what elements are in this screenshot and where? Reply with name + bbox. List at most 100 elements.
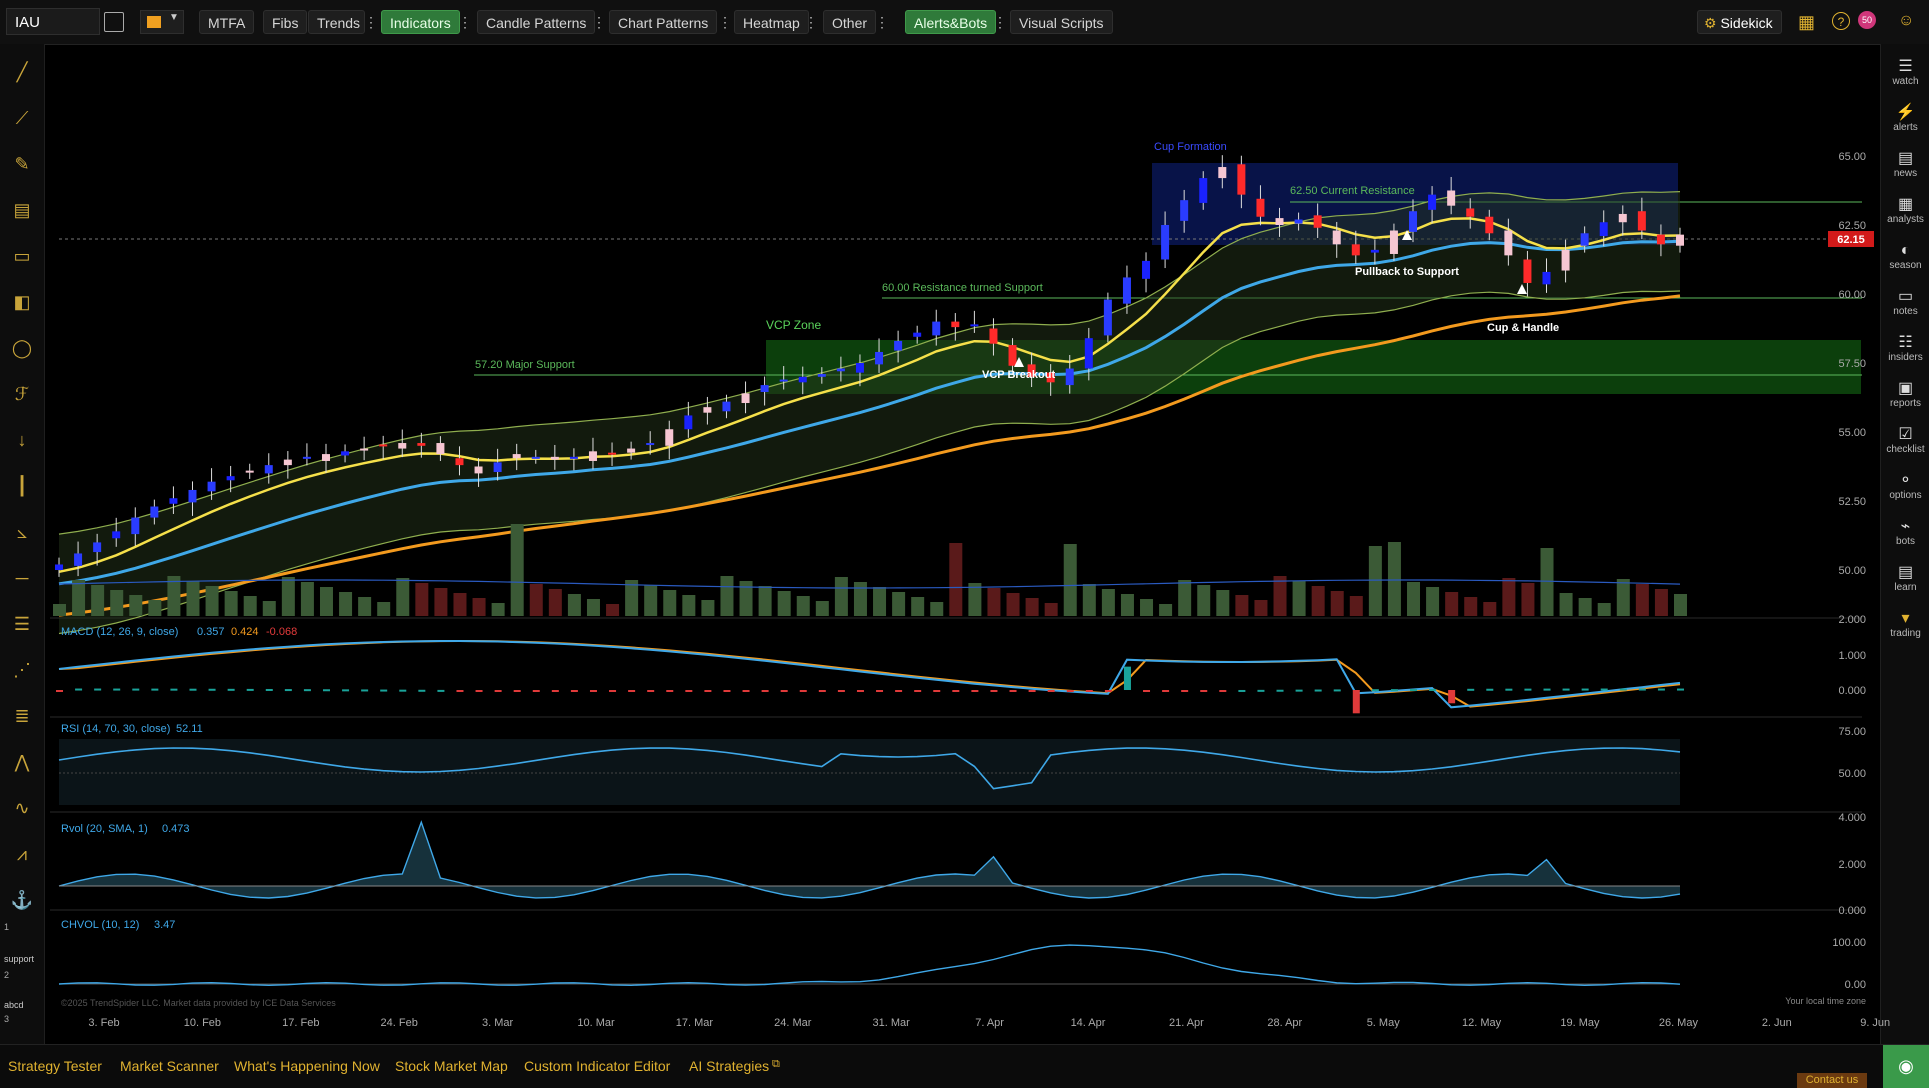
zigzag-icon[interactable]: ⋀	[8, 748, 36, 776]
sidebar-item-notes[interactable]: ▭ notes	[1881, 288, 1929, 317]
legend-row[interactable]: Squeeze Labels by TrendSpider (20, 2, 20…	[61, 307, 322, 322]
visual-scripts-button[interactable]: Visual Scripts	[1010, 10, 1113, 34]
strategy-tester-link[interactable]: Strategy Tester	[8, 1058, 102, 1074]
notifications-icon[interactable]: 50	[1858, 11, 1876, 29]
sidebar-item-bots[interactable]: ⌁ bots	[1881, 518, 1929, 547]
vertical-line-icon[interactable]: ┃	[8, 472, 36, 500]
pattern-icon[interactable]: ◧	[8, 288, 36, 316]
sidebar-item-trading[interactable]: ▾ trading	[1881, 610, 1929, 639]
legend-row[interactable]: Volume (20, SMA) 3.913M 1.907M	[61, 265, 243, 277]
camera-icon[interactable]: ◙	[1838, 60, 1846, 76]
crosshair-icon[interactable]: ✛	[330, 56, 358, 80]
price-chart[interactable]: Cup Formation 62.50 Current Resistance Pul…	[0, 0, 1929, 1087]
whats-happening-link[interactable]: What's Happening Now	[234, 1058, 380, 1074]
cup-handle-label: Cup & Handle	[1487, 322, 1559, 334]
color-picker-button[interactable]: ▼	[140, 10, 184, 34]
anchor-icon[interactable]: ⚓	[8, 886, 36, 914]
gann-icon[interactable]: ⩘	[8, 840, 36, 868]
sidebar-item-analysts[interactable]: ▦ analysts	[1881, 196, 1929, 225]
sidebar-item-reports[interactable]: ▣ reports	[1881, 380, 1929, 409]
legend-row[interactable]: BB (20, 2, 2, 0, close) ◉	[61, 328, 200, 343]
legend-row[interactable]: Keltner (20, SMA, 10, 2, 0, close) 64.72…	[61, 139, 332, 151]
rectangle-icon[interactable]: ▭	[8, 242, 36, 270]
trends-more-icon[interactable]: ⋮	[364, 10, 378, 34]
volume-bar	[1292, 581, 1306, 616]
settings-gear-icon[interactable]: ⚙	[222, 56, 250, 80]
volume-bar	[1559, 593, 1573, 616]
fib-fan-icon[interactable]: ⋰	[8, 656, 36, 684]
visibility-eye-icon[interactable]: ◉	[1883, 1045, 1929, 1088]
legend-label: EMA (89, 0, close)	[61, 224, 155, 237]
circle-icon[interactable]: ◯	[8, 334, 36, 362]
legend-row[interactable]: EMA (8, 0, close) 62.15	[61, 160, 187, 172]
legend-row[interactable]: EMA (89, 0, close) ◉	[61, 223, 183, 238]
fib-icon[interactable]: ☰	[8, 610, 36, 638]
user-icon[interactable]: ☺	[1898, 11, 1914, 31]
angle-icon[interactable]: ⦣	[8, 518, 36, 546]
watchlist-icon[interactable]	[104, 12, 124, 32]
legend-label: EMA (8, 0, close)	[61, 160, 149, 172]
mtfa-button[interactable]: MTFA	[199, 10, 255, 34]
fx-icon[interactable]: ℱ	[8, 380, 36, 408]
ai-strategies-link[interactable]: AI Strategies	[689, 1058, 769, 1074]
candle-body	[1351, 244, 1360, 256]
legend-row[interactable]: Drawings	[61, 349, 109, 361]
clock-icon[interactable]: ◷	[296, 56, 324, 80]
sidebar-item-checklist[interactable]: ☑ checklist	[1881, 426, 1929, 455]
candle-body	[1027, 364, 1036, 377]
custom-indicator-editor-link[interactable]: Custom Indicator Editor	[524, 1058, 670, 1074]
hidden-eye-icon[interactable]: ◉	[167, 244, 190, 259]
sidebar-item-options[interactable]: ⚬ options	[1881, 472, 1929, 501]
legend-row[interactable]: EMA (144, 0, close) ◉	[61, 244, 190, 259]
heatmap-more-icon[interactable]: ⋮	[804, 10, 818, 34]
fibs-button[interactable]: Fibs	[263, 10, 308, 34]
arrow-down-icon[interactable]: ↓	[8, 426, 36, 454]
ray-tool-icon[interactable]: ⟋	[8, 104, 36, 132]
chart-patterns-button[interactable]: Chart Patterns	[609, 10, 718, 34]
volume-bar	[1483, 602, 1497, 616]
stock-market-map-link[interactable]: Stock Market Map	[395, 1058, 508, 1074]
other-button[interactable]: Other	[823, 10, 877, 34]
indicator-toggle-icon[interactable]: ⋌	[262, 56, 290, 80]
horizontal-line-icon[interactable]: ─	[8, 564, 36, 592]
indicators-button[interactable]: Indicators	[381, 10, 460, 34]
scale-lin-button[interactable]: Lin	[364, 56, 392, 80]
trends-button[interactable]: Trends	[308, 10, 366, 34]
heatmap-button[interactable]: Heatmap	[734, 10, 809, 34]
candle-patterns-more-icon[interactable]: ⋮	[592, 10, 606, 34]
fullscreen-icon[interactable]: ⛶	[1806, 60, 1816, 77]
help-icon[interactable]: ?	[1832, 12, 1850, 30]
legend-row[interactable]: Rel.Performance (spx500, yearly) Not ava…	[61, 286, 439, 298]
hidden-eye-icon[interactable]: ◉	[160, 223, 183, 238]
other-more-icon[interactable]: ⋮	[875, 10, 889, 34]
channel-icon[interactable]: ▤	[8, 196, 36, 224]
candle-patterns-button[interactable]: Candle Patterns	[477, 10, 596, 34]
indicators-more-icon[interactable]: ⋮	[458, 10, 472, 34]
legend-row[interactable]: MACD RSI Momentum (12, 26, 9, 14)	[61, 118, 253, 130]
alerts-bots-button[interactable]: Alerts&Bots	[905, 10, 997, 34]
legend-row[interactable]: EMA (55, 0, close) 60.24	[61, 202, 193, 214]
sidekick-button[interactable]: ⚙ Sidekick	[1697, 10, 1782, 34]
interval-select[interactable]: Daily ▼	[122, 56, 200, 80]
hidden-eye-icon[interactable]: ◉	[177, 328, 200, 343]
volume-bar	[510, 524, 524, 616]
chart-type-button[interactable]: ▮▮ ▼	[61, 56, 109, 80]
market-scanner-link[interactable]: Market Scanner	[120, 1058, 219, 1074]
pencil-icon[interactable]: ✎	[8, 150, 36, 178]
wave-icon[interactable]: ∿	[8, 794, 36, 822]
line-tool-icon[interactable]: ╱	[8, 58, 36, 86]
sidebar-item-alerts[interactable]: ⚡ alerts	[1881, 104, 1929, 133]
levels-icon[interactable]: ≣	[8, 702, 36, 730]
sidebar-item-learn[interactable]: ▤ learn	[1881, 564, 1929, 593]
ticker-input[interactable]: IAU	[6, 8, 100, 35]
sidebar-item-season[interactable]: ◐ season	[1881, 242, 1929, 271]
sidebar-item-news[interactable]: ▤ news	[1881, 150, 1929, 179]
sidebar-item-watch[interactable]: ☰ watch	[1881, 58, 1929, 87]
apps-grid-icon[interactable]: ▦	[1798, 12, 1815, 32]
contact-us-button[interactable]: Contact us	[1797, 1073, 1867, 1088]
legend-row[interactable]: EMA (21, 0, close) 61.90	[61, 181, 193, 193]
hidden-eye-icon[interactable]: ◉	[299, 307, 322, 322]
alerts-bots-more-icon[interactable]: ⋮	[993, 10, 1007, 34]
sidebar-item-insiders[interactable]: ☷ insiders	[1881, 334, 1929, 363]
chart-patterns-more-icon[interactable]: ⋮	[718, 10, 732, 34]
